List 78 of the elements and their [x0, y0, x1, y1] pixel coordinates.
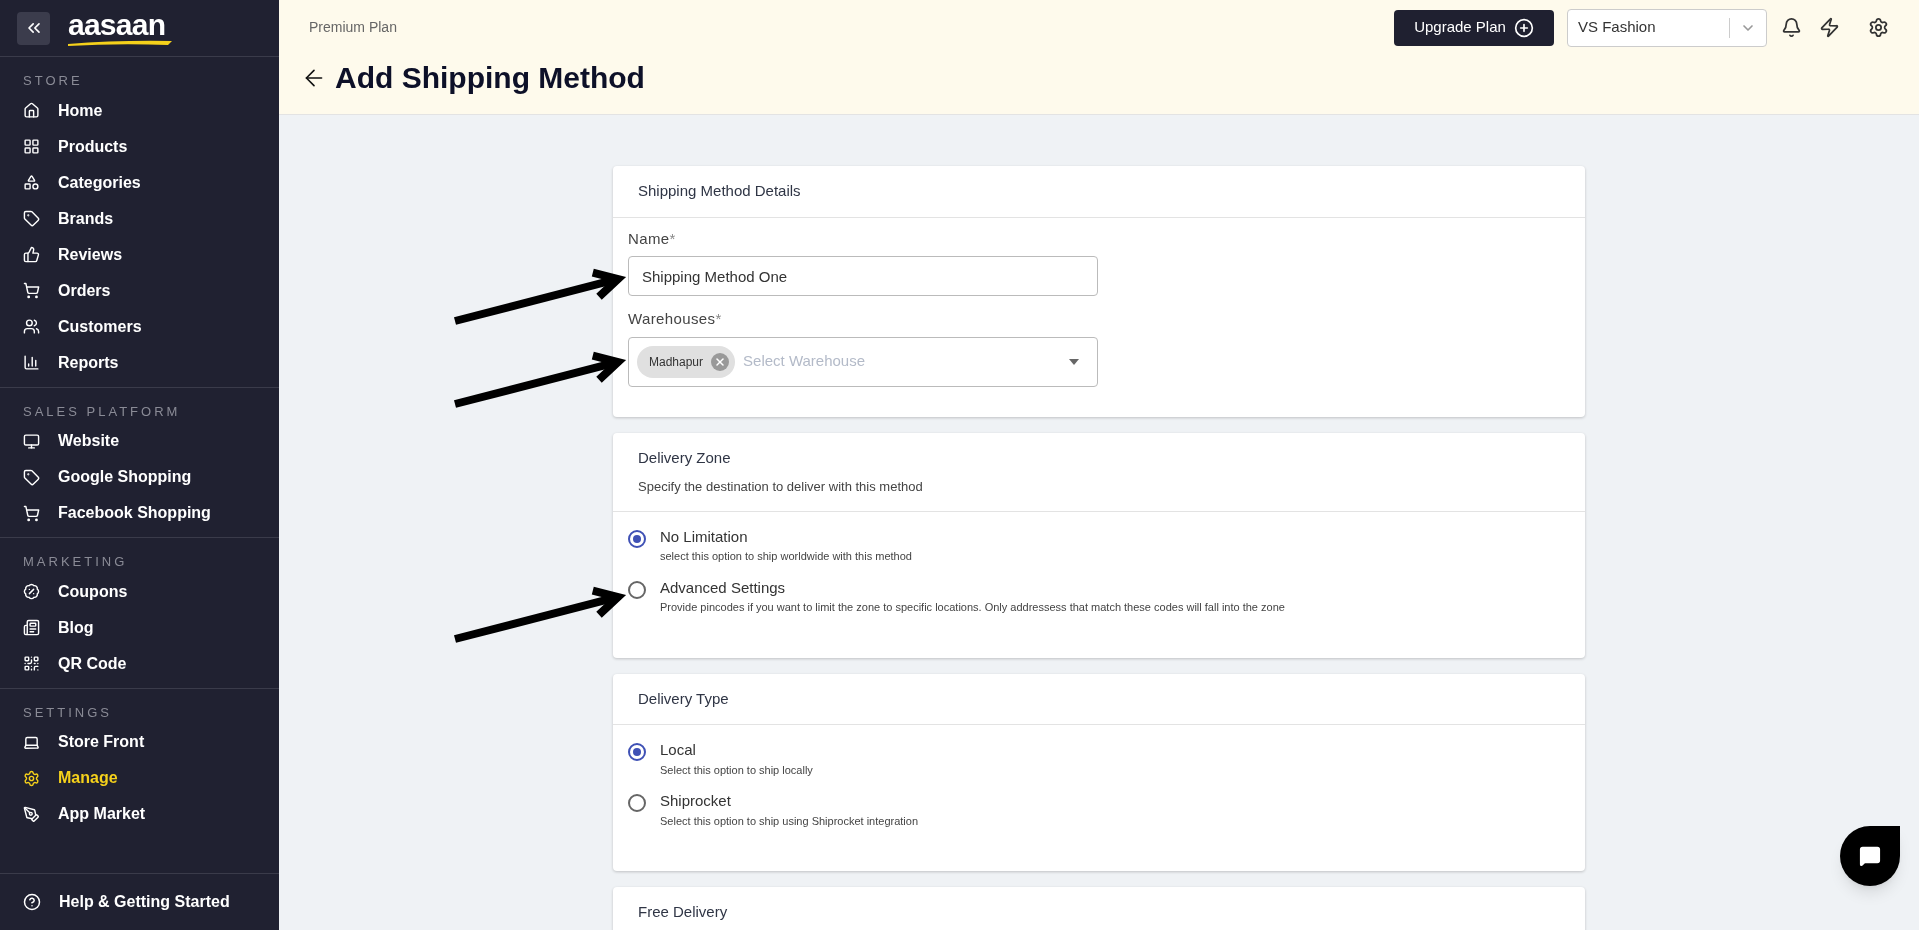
bell-icon[interactable] — [1781, 17, 1802, 38]
page-title: Add Shipping Method — [335, 60, 645, 96]
option-description: Select this option to ship using Shiprocket integration — [660, 813, 919, 829]
option-label: Shiprocket — [660, 791, 732, 811]
tag-icon — [23, 210, 40, 227]
option-description: Provide pincodes if you want to limit the zone to specific locations. Only addressess that match these codes will fall into the zone — [660, 600, 1285, 615]
gear-icon — [23, 769, 40, 787]
sidebar-item[interactable]: Facebook Shopping — [0, 495, 279, 531]
sidebar-item[interactable]: Categories — [0, 164, 279, 201]
required-mark: * — [669, 228, 676, 249]
help-icon — [23, 893, 41, 911]
sidebar-item[interactable]: Customers — [0, 308, 279, 345]
logo[interactable]: aasaan — [68, 10, 172, 40]
plan-label: Premium Plan — [309, 18, 398, 37]
warehouse-select[interactable]: Madhapur Select Warehouse — [628, 336, 1098, 387]
dropdown-caret-icon[interactable] — [1069, 358, 1079, 365]
section-title: STORE — [22, 72, 84, 90]
remove-icon[interactable] — [711, 352, 730, 371]
warehouse-chip[interactable]: Madhapur — [637, 345, 736, 378]
lightning-icon[interactable] — [1819, 17, 1840, 38]
sidebar-item[interactable]: Reports — [0, 344, 279, 381]
option-description: select this option to ship worldwide with this method — [660, 549, 912, 564]
sidebar-item[interactable]: Reviews — [0, 236, 279, 273]
placeholder-text: Select Warehouse — [743, 351, 867, 372]
radio-button[interactable] — [628, 743, 646, 761]
thumbs-up-icon — [23, 246, 40, 263]
badge-percent-icon — [23, 583, 40, 600]
sidebar-item[interactable]: Products — [0, 128, 279, 165]
monitor-icon — [23, 432, 40, 450]
shapes-icon — [23, 174, 40, 191]
sidebar-item[interactable]: Orders — [0, 272, 279, 309]
users-icon — [23, 318, 40, 335]
sidebar-item[interactable]: Brands — [0, 200, 279, 237]
cart-icon — [23, 282, 40, 299]
collapse-button[interactable] — [17, 11, 50, 45]
tag-icon — [23, 468, 40, 486]
store-select[interactable]: VS Fashion — [1567, 8, 1767, 47]
sidebar-item[interactable]: QR Code — [0, 645, 279, 682]
sidebar-item[interactable]: Home — [0, 92, 279, 129]
qr-code-icon — [23, 655, 40, 672]
sidebar-item[interactable]: Store Front — [0, 724, 279, 760]
logo-swoosh-icon — [68, 40, 172, 46]
help-link[interactable]: Help & Getting Started — [0, 873, 279, 930]
option-label: Advanced Settings — [660, 577, 787, 598]
cart-icon — [23, 504, 40, 522]
home-icon — [23, 102, 40, 119]
option-description: Select this option to ship locally — [660, 762, 813, 778]
sidebar-item[interactable]: Coupons — [0, 573, 279, 610]
section-title: MARKETING — [22, 553, 129, 571]
bar-chart-icon — [23, 354, 40, 371]
sidebar-item[interactable]: Google Shopping — [0, 459, 279, 495]
card-subtitle: Specify the destination to deliver with this method — [638, 478, 924, 496]
chat-icon — [1859, 845, 1881, 867]
field-label: Warehouses — [628, 309, 716, 329]
sidebar-item[interactable]: Website — [0, 423, 279, 459]
sidebar-item[interactable]: Blog — [0, 609, 279, 646]
radio-button[interactable] — [628, 794, 646, 812]
option-label: Local — [660, 740, 697, 760]
card-title: Delivery Type — [638, 688, 730, 709]
chat-button[interactable] — [1840, 826, 1900, 886]
section-title: SALES PLATFORM — [22, 402, 182, 421]
grid-icon — [23, 138, 40, 155]
settings-icon[interactable] — [1868, 17, 1889, 38]
required-mark: * — [715, 309, 722, 329]
radio-button[interactable] — [628, 529, 646, 548]
radio-button[interactable] — [628, 580, 646, 599]
sidebar-item[interactable]: App Market — [0, 796, 279, 832]
document-icon — [23, 619, 40, 636]
field-label: Name — [628, 228, 670, 249]
card-title: Delivery Zone — [638, 447, 732, 468]
section-title: SETTINGS — [22, 703, 113, 722]
card-title: Free Delivery — [638, 902, 729, 922]
option-label: No Limitation — [660, 526, 749, 547]
name-input[interactable]: Shipping Method One — [628, 256, 1098, 296]
card-title: Shipping Method Details — [638, 181, 802, 201]
upgrade-plan-button[interactable]: Upgrade Plan — [1394, 9, 1554, 46]
sidebar-item[interactable]: Manage — [0, 760, 279, 796]
plus-circle-icon — [1513, 17, 1534, 38]
